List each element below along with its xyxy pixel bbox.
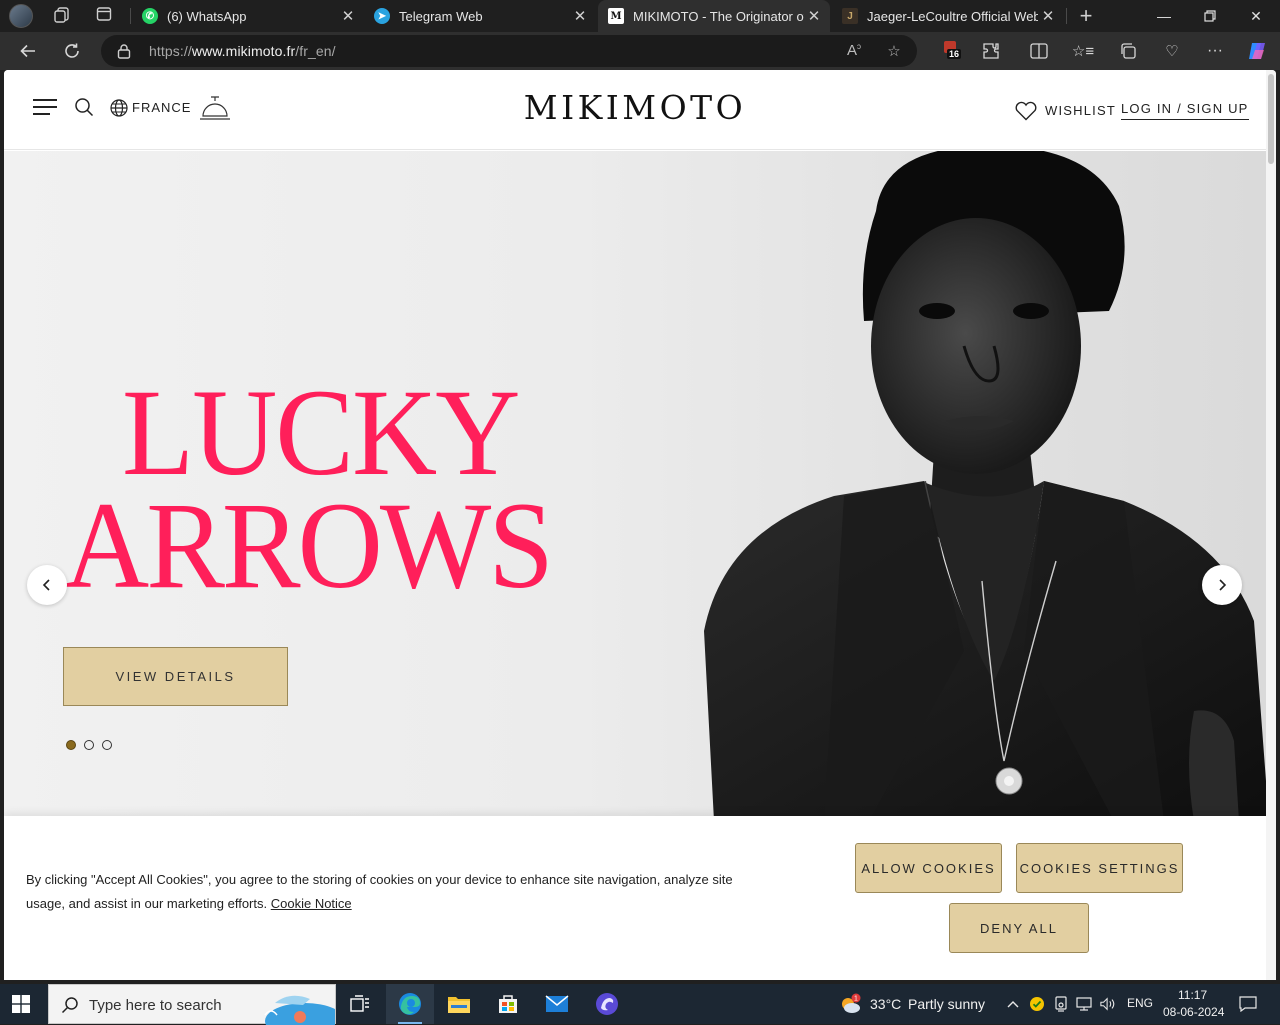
carousel-dot[interactable] <box>84 740 94 750</box>
microsoft-store-icon[interactable] <box>484 984 532 1024</box>
more-options-icon[interactable]: ··· <box>1204 40 1226 62</box>
speaker-icon[interactable] <box>1100 996 1116 1012</box>
close-tab-icon[interactable]: ✕ <box>1038 7 1058 25</box>
extensions-icon[interactable] <box>980 40 1002 62</box>
search-icon <box>61 997 78 1014</box>
mail-icon[interactable] <box>533 984 581 1024</box>
close-tab-icon[interactable]: ✕ <box>570 7 590 25</box>
network-icon[interactable] <box>1076 996 1092 1012</box>
extension-badge-icon[interactable]: 16 <box>940 40 962 62</box>
address-bar[interactable]: https://www.mikimoto.fr/fr_en/ Aↄ ☆ <box>101 35 917 67</box>
device-icon[interactable] <box>1053 996 1069 1012</box>
tab-title: (6) WhatsApp <box>167 8 247 24</box>
site-header: FRANCE MIKIMOTO WISHLIST LOG IN / SIGN U… <box>4 70 1266 150</box>
browser-tab-bar: ✆ (6) WhatsApp ✕ ➤ Telegram Web ✕ M MIKI… <box>0 0 1280 32</box>
close-window-icon[interactable]: ✕ <box>1233 0 1279 32</box>
allow-cookies-button[interactable]: ALLOW COOKIES <box>855 843 1002 893</box>
norton-security-icon[interactable] <box>1029 996 1045 1012</box>
tab-title: Jaeger-LeCoultre Official Websi <box>867 8 1038 24</box>
view-details-button[interactable]: VIEW DETAILS <box>63 647 288 706</box>
clock-date[interactable]: 08-06-2024 <box>1163 1005 1224 1019</box>
cookie-notice-link[interactable]: Cookie Notice <box>271 896 352 911</box>
tab-title: Telegram Web <box>399 8 483 24</box>
chevron-right-icon <box>1219 579 1227 591</box>
login-signup-link[interactable]: LOG IN / SIGN UP <box>1121 101 1249 120</box>
browser-toolbar: https://www.mikimoto.fr/fr_en/ Aↄ ☆ 16 ☆… <box>0 32 1280 70</box>
weather-icon[interactable]: 1 <box>838 992 862 1016</box>
wishlist-link[interactable]: WISHLIST <box>1014 99 1116 121</box>
svg-text:1: 1 <box>854 996 858 1003</box>
close-tab-icon[interactable]: ✕ <box>804 7 824 25</box>
windows-taskbar: Type here to search 1 33°C Partly sunny <box>0 984 1280 1025</box>
tab-whatsapp[interactable]: ✆ (6) WhatsApp ✕ <box>132 0 364 32</box>
web-page: FRANCE MIKIMOTO WISHLIST LOG IN / SIGN U… <box>4 70 1276 980</box>
workspaces-icon[interactable] <box>52 6 72 26</box>
edge-browser-icon[interactable] <box>386 984 434 1024</box>
favorite-star-icon[interactable]: ☆ <box>884 42 904 60</box>
split-screen-icon[interactable] <box>1028 40 1050 62</box>
carousel-dots <box>66 740 112 750</box>
favorites-icon[interactable]: ☆≡ <box>1072 40 1094 62</box>
wishlist-label: WISHLIST <box>1045 102 1116 118</box>
refresh-icon[interactable] <box>60 39 84 63</box>
back-icon[interactable] <box>16 39 40 63</box>
carousel-dot[interactable] <box>66 740 76 750</box>
app-launcher-icon[interactable] <box>583 984 631 1024</box>
taskbar-search[interactable]: Type here to search <box>48 984 336 1025</box>
copilot-icon[interactable] <box>1246 40 1268 62</box>
minimize-icon[interactable]: — <box>1141 0 1187 32</box>
profile-avatar[interactable] <box>9 4 33 28</box>
weather-description[interactable]: Partly sunny <box>908 996 985 1012</box>
cookie-banner: By clicking "Accept All Cookies", you ag… <box>4 816 1266 980</box>
task-view-icon[interactable] <box>336 984 384 1024</box>
hero-title: LUCKY ARROWS <box>64 363 554 615</box>
windows-start-icon[interactable] <box>12 995 30 1013</box>
url-text[interactable]: https://www.mikimoto.fr/fr_en/ <box>149 43 336 59</box>
carousel-dot[interactable] <box>102 740 112 750</box>
search-highlight-illustration <box>264 995 335 1025</box>
telegram-icon: ➤ <box>374 8 390 24</box>
tab-jaeger-lecoultre[interactable]: J Jaeger-LeCoultre Official Websi ✕ <box>832 0 1064 32</box>
weather-temperature[interactable]: 33°C <box>870 996 901 1012</box>
tab-telegram[interactable]: ➤ Telegram Web ✕ <box>364 0 596 32</box>
notifications-icon[interactable] <box>1238 995 1258 1013</box>
model-portrait-image <box>704 151 1266 821</box>
deny-all-button[interactable]: DENY ALL <box>949 903 1089 953</box>
tab-title: MIKIMOTO - The Originator of C <box>633 8 804 24</box>
chevron-up-icon[interactable] <box>1005 996 1021 1012</box>
file-explorer-icon[interactable] <box>435 984 483 1024</box>
restore-icon[interactable] <box>1187 0 1233 32</box>
page-scrollbar[interactable] <box>1266 70 1276 980</box>
close-tab-icon[interactable]: ✕ <box>338 7 358 25</box>
carousel-prev-button[interactable] <box>27 565 67 605</box>
clock-time[interactable]: 11:17 <box>1178 988 1207 1002</box>
hero-carousel: LUCKY ARROWS VIEW DETAILS <box>4 151 1266 821</box>
cookies-settings-button[interactable]: COOKIES SETTINGS <box>1016 843 1183 893</box>
read-aloud-icon[interactable]: Aↄ <box>844 42 864 60</box>
whatsapp-icon: ✆ <box>142 8 158 24</box>
performance-heart-icon[interactable]: ♡ <box>1161 40 1183 62</box>
mikimoto-icon: M <box>608 8 624 24</box>
language-indicator[interactable]: ENG <box>1127 996 1153 1010</box>
lock-icon[interactable] <box>117 43 131 59</box>
collections-icon[interactable] <box>1117 40 1139 62</box>
carousel-next-button[interactable] <box>1202 565 1242 605</box>
heart-icon <box>1015 101 1037 121</box>
tab-actions-icon[interactable] <box>94 6 114 26</box>
chevron-left-icon <box>42 579 50 591</box>
cookie-message: By clicking "Accept All Cookies", you ag… <box>26 872 733 911</box>
tab-mikimoto[interactable]: M MIKIMOTO - The Originator of C ✕ <box>598 0 830 32</box>
new-tab-icon[interactable]: + <box>1075 4 1097 28</box>
search-placeholder: Type here to search <box>89 997 222 1014</box>
jaeger-lecoultre-icon: J <box>842 8 858 24</box>
